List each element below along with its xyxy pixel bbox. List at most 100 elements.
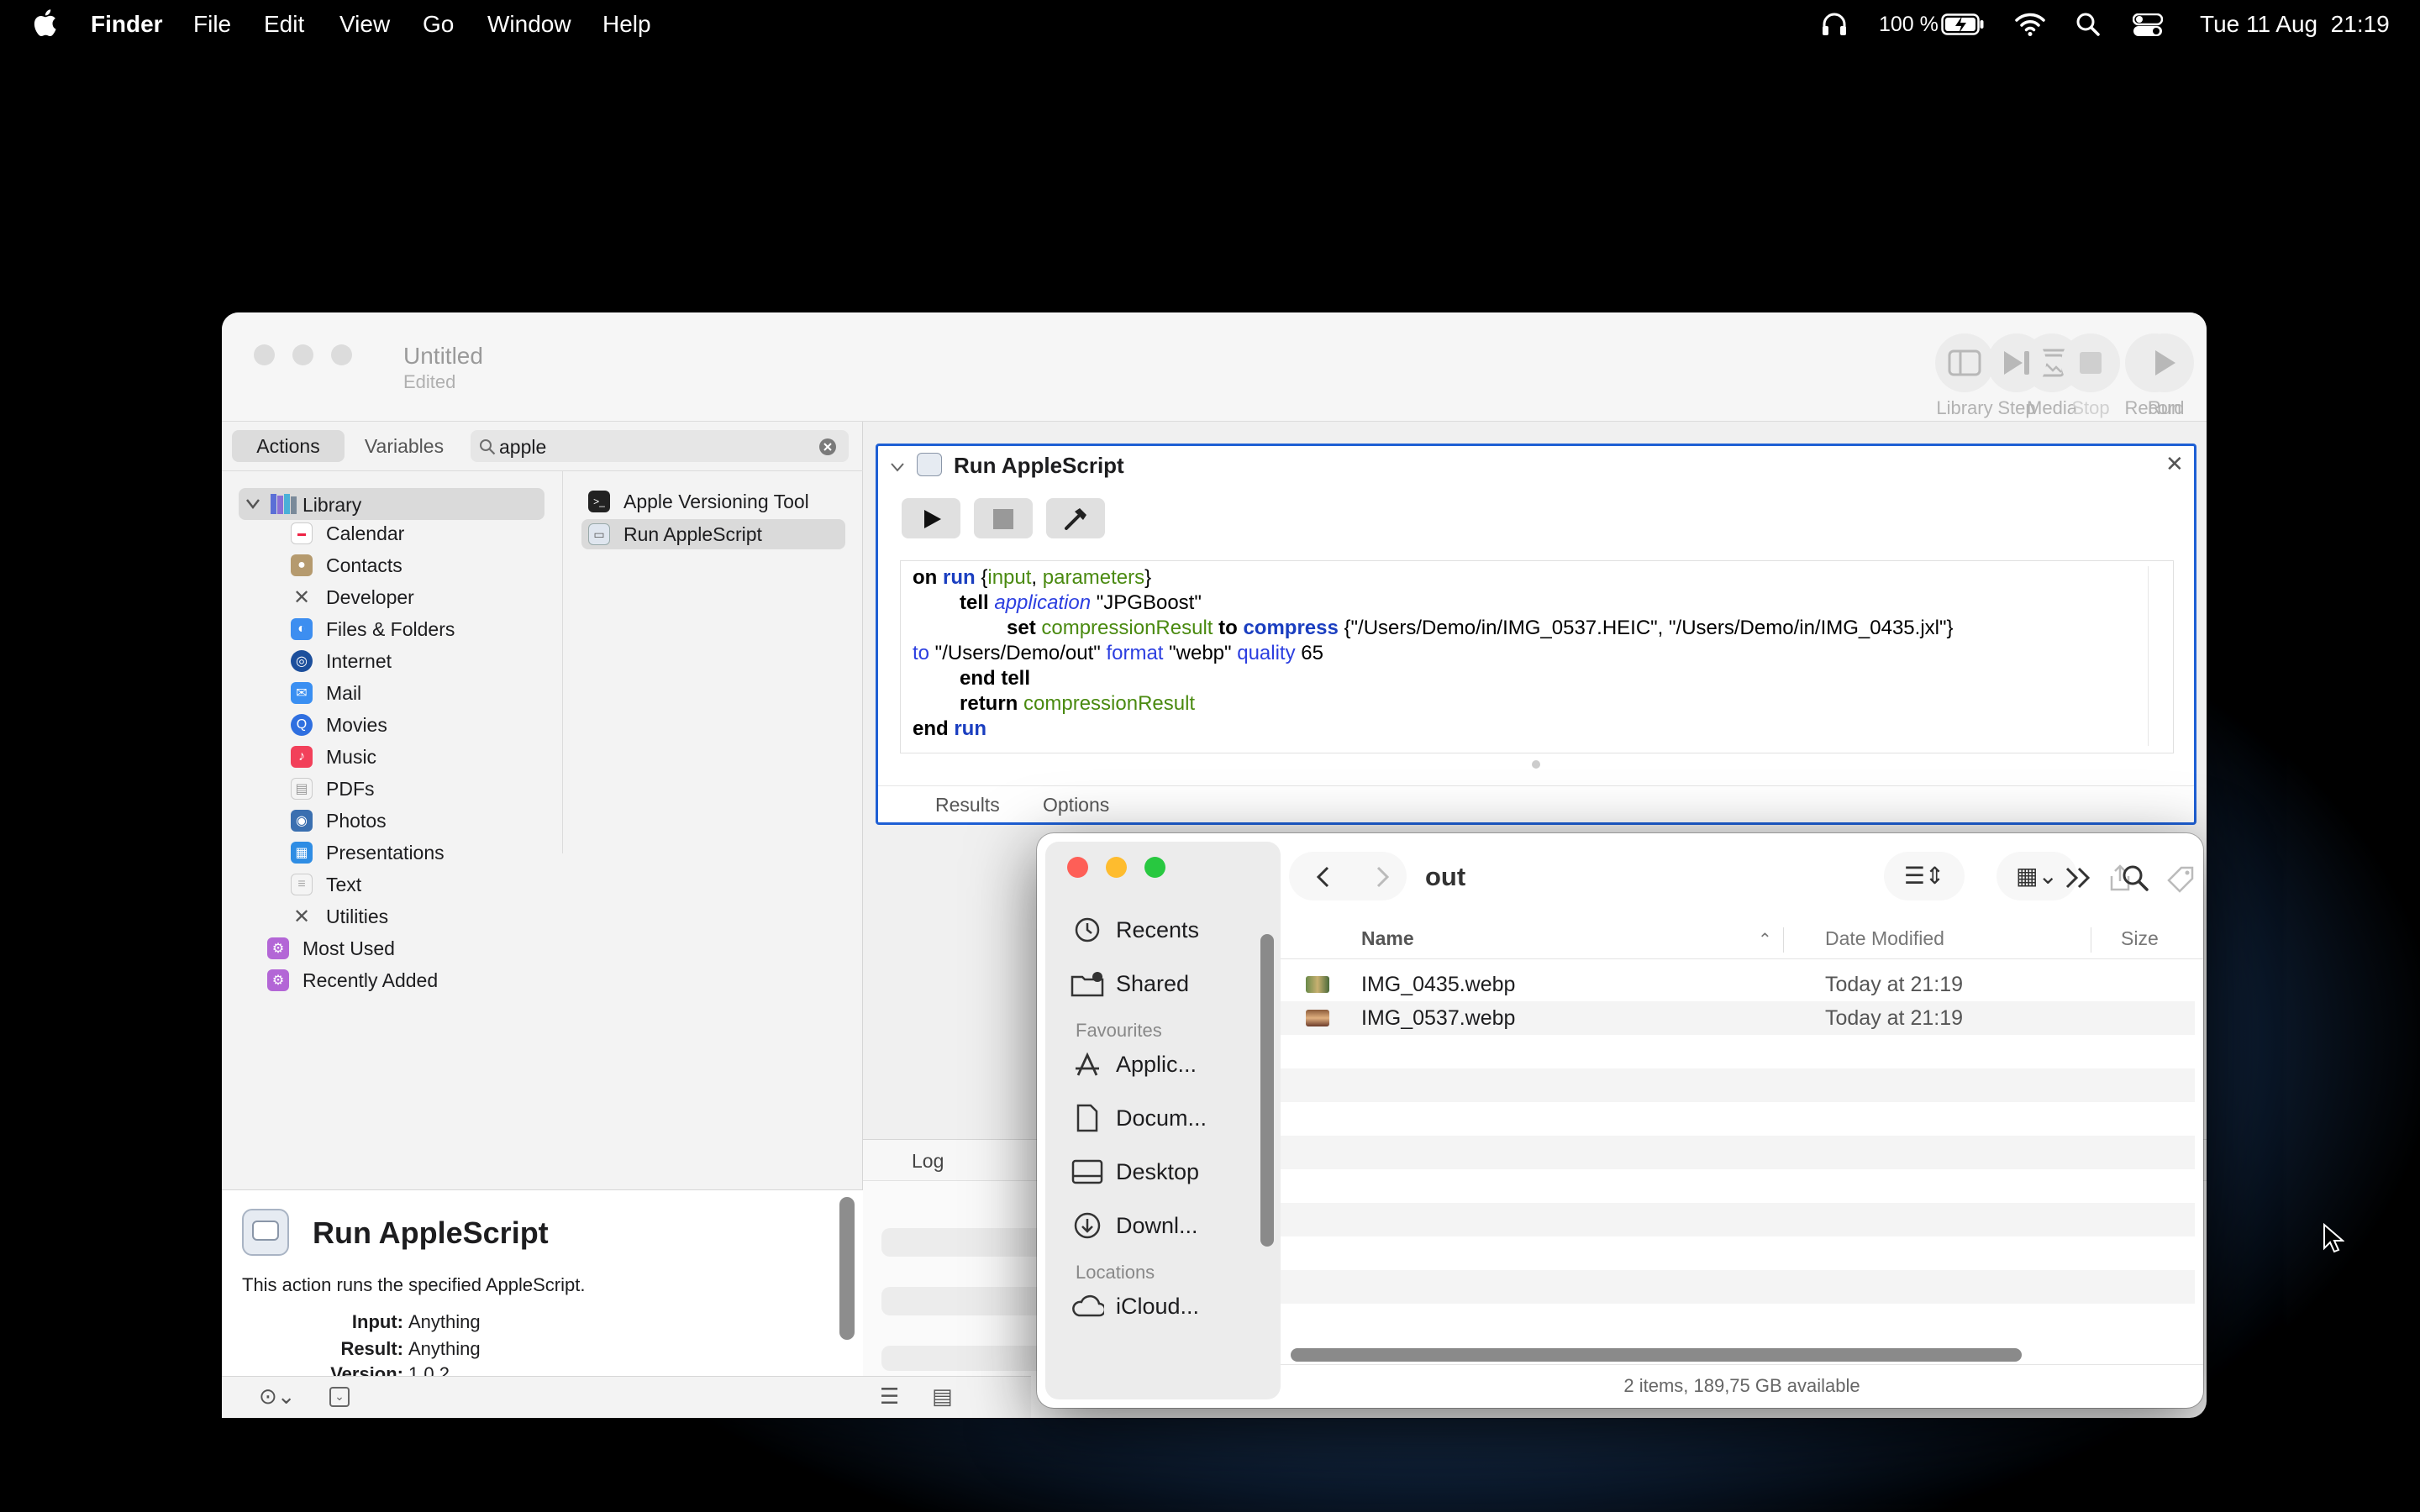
sidebar-item-shared[interactable]: Shared bbox=[1071, 963, 1189, 1005]
zoom-button[interactable] bbox=[1144, 857, 1165, 878]
table-row[interactable]: IMG_0537.webp Today at 21:19 bbox=[1281, 1001, 2195, 1035]
library-item-presentations[interactable]: ▦ Presentations bbox=[291, 837, 445, 868]
list-view-icon[interactable]: ☰ bbox=[880, 1383, 899, 1410]
spotlight-search-icon[interactable] bbox=[2075, 12, 2101, 43]
column-date-modified[interactable]: Date Modified bbox=[1825, 927, 1944, 950]
library-item-music[interactable]: ♪ Music bbox=[291, 742, 376, 772]
library-item-calendar[interactable]: ▬ Calendar bbox=[291, 518, 404, 549]
calendar-icon: ▬ bbox=[291, 522, 313, 544]
file-date: Today at 21:19 bbox=[1825, 1006, 1964, 1030]
tab-variables[interactable]: Variables bbox=[348, 430, 460, 462]
run-button[interactable]: Run bbox=[2133, 333, 2196, 419]
sidebar-item-icloud[interactable]: iCloud... bbox=[1071, 1285, 1199, 1327]
wifi-icon[interactable] bbox=[2015, 12, 2045, 43]
description-scrollbar[interactable] bbox=[839, 1197, 855, 1340]
clear-search-icon[interactable] bbox=[818, 438, 837, 456]
tab-actions[interactable]: Actions bbox=[232, 430, 345, 462]
sidebar-item-documents[interactable]: Docum... bbox=[1071, 1097, 1207, 1139]
library-item-mail[interactable]: ✉ Mail bbox=[291, 678, 361, 708]
status-bar: 2 items, 189,75 GB available bbox=[1281, 1364, 2203, 1408]
close-button[interactable] bbox=[1067, 857, 1088, 878]
description-toggle-icon[interactable]: ⌄ bbox=[329, 1387, 350, 1407]
results-disclosure[interactable]: Results bbox=[935, 794, 1000, 816]
close-button[interactable] bbox=[254, 344, 275, 365]
text-document-icon: ≡ bbox=[291, 874, 313, 895]
result-value: Anything bbox=[408, 1338, 481, 1359]
pdf-icon: ▤ bbox=[291, 778, 313, 800]
tag-icon[interactable] bbox=[2166, 865, 2195, 894]
search-input[interactable]: apple bbox=[499, 436, 546, 459]
menu-go[interactable]: Go bbox=[423, 11, 454, 38]
more-toolbar-items-icon[interactable] bbox=[2064, 865, 2094, 890]
zoom-button[interactable] bbox=[331, 344, 352, 365]
forward-chevron-icon[interactable] bbox=[1371, 865, 1393, 889]
battery-icon[interactable] bbox=[1941, 13, 1985, 41]
library-item-internet[interactable]: ◎ Internet bbox=[291, 646, 392, 676]
keynote-icon: ▦ bbox=[291, 842, 313, 864]
sidebar-item-recents[interactable]: Recents bbox=[1071, 909, 1199, 951]
menu-edit[interactable]: Edit bbox=[264, 11, 304, 38]
image-file-icon bbox=[1306, 976, 1329, 993]
library-item-recently-added[interactable]: ⚙ Recently Added bbox=[267, 965, 438, 995]
minimize-button[interactable] bbox=[292, 344, 313, 365]
library-root[interactable]: Library bbox=[239, 488, 544, 520]
apple-menu-icon[interactable] bbox=[32, 8, 57, 43]
log-bottom-bar: ☰ ▤ bbox=[863, 1376, 1031, 1418]
compile-button[interactable] bbox=[1046, 498, 1105, 538]
menu-view[interactable]: View bbox=[339, 11, 390, 38]
clock-icon bbox=[1075, 917, 1100, 942]
sidebar-item-desktop[interactable]: Desktop bbox=[1071, 1151, 1199, 1193]
file-name: IMG_0537.webp bbox=[1361, 1006, 1516, 1030]
menu-app-name[interactable]: Finder bbox=[91, 11, 163, 38]
clock[interactable]: Tue 11 Aug 21:19 bbox=[2200, 11, 2390, 38]
compile-run-button[interactable] bbox=[902, 498, 960, 538]
title-bar: Untitled Edited Library Media Record bbox=[222, 312, 2207, 422]
library-item-movies[interactable]: Q Movies bbox=[291, 710, 387, 740]
options-disclosure[interactable]: Options bbox=[1043, 794, 1109, 816]
stop-script-button[interactable] bbox=[974, 498, 1033, 538]
menu-help[interactable]: Help bbox=[602, 11, 651, 38]
disclosure-down-icon[interactable] bbox=[245, 497, 260, 511]
menu-file[interactable]: File bbox=[193, 11, 231, 38]
table-row[interactable]: IMG_0435.webp Today at 21:19 bbox=[1281, 968, 2195, 1001]
sidebar-scrollbar[interactable] bbox=[1260, 934, 1274, 1247]
minimize-button[interactable] bbox=[1106, 857, 1127, 878]
window-title: Untitled bbox=[403, 343, 483, 369]
search-icon bbox=[480, 439, 496, 455]
sidebar-item-applications[interactable]: Applic... bbox=[1071, 1043, 1197, 1085]
editor-scrollbar[interactable] bbox=[2148, 566, 2165, 746]
search-icon[interactable] bbox=[2121, 864, 2149, 892]
headphones-icon[interactable] bbox=[1820, 10, 1849, 45]
resize-handle[interactable] bbox=[1532, 760, 1540, 769]
control-center-icon[interactable] bbox=[2132, 13, 2164, 43]
folder-title: out bbox=[1425, 862, 1466, 891]
library-item-pdfs[interactable]: ▤ PDFs bbox=[291, 774, 375, 804]
library-item-utilities[interactable]: ✕ Utilities bbox=[291, 901, 388, 932]
library-item-files-folders[interactable]: ◐ Files & Folders bbox=[291, 614, 455, 644]
action-menu-icon[interactable]: ⊙⌄ bbox=[259, 1383, 296, 1410]
action-title: Run AppleScript bbox=[954, 453, 1124, 478]
favourites-header: Favourites bbox=[1076, 1020, 1162, 1041]
sidebar-item-downloads[interactable]: Downl... bbox=[1071, 1205, 1198, 1247]
search-field[interactable]: apple bbox=[471, 430, 849, 462]
library-item-developer[interactable]: ✕ Developer bbox=[291, 582, 414, 612]
library-item-contacts[interactable]: ● Contacts bbox=[291, 550, 402, 580]
library-item-most-used[interactable]: ⚙ Most Used bbox=[267, 933, 395, 963]
flow-view-icon[interactable]: ▤ bbox=[932, 1383, 953, 1410]
remove-action-icon[interactable]: ✕ bbox=[2165, 451, 2184, 477]
menu-window[interactable]: Window bbox=[487, 11, 571, 38]
library-item-text[interactable]: ≡ Text bbox=[291, 869, 361, 900]
column-size[interactable]: Size bbox=[2121, 927, 2159, 950]
back-chevron-icon[interactable] bbox=[1313, 865, 1334, 889]
column-name[interactable]: Name bbox=[1361, 927, 1414, 950]
step-button[interactable]: Step bbox=[1985, 333, 2049, 419]
collapse-chevron-icon[interactable] bbox=[890, 461, 905, 473]
stop-button[interactable]: Stop bbox=[2059, 333, 2123, 419]
horizontal-scroll-thumb[interactable] bbox=[1291, 1348, 2022, 1362]
sort-ascending-icon[interactable]: ⌃ bbox=[1758, 929, 1772, 950]
result-run-applescript[interactable]: ▭ Run AppleScript bbox=[588, 519, 840, 549]
library-item-photos[interactable]: ◉ Photos bbox=[291, 806, 387, 836]
result-apple-versioning-tool[interactable]: >_ Apple Versioning Tool bbox=[588, 486, 840, 517]
horizontal-scrollbar[interactable] bbox=[1281, 1346, 2195, 1364]
view-options-button[interactable]: ☰⇕ bbox=[1884, 852, 1965, 900]
